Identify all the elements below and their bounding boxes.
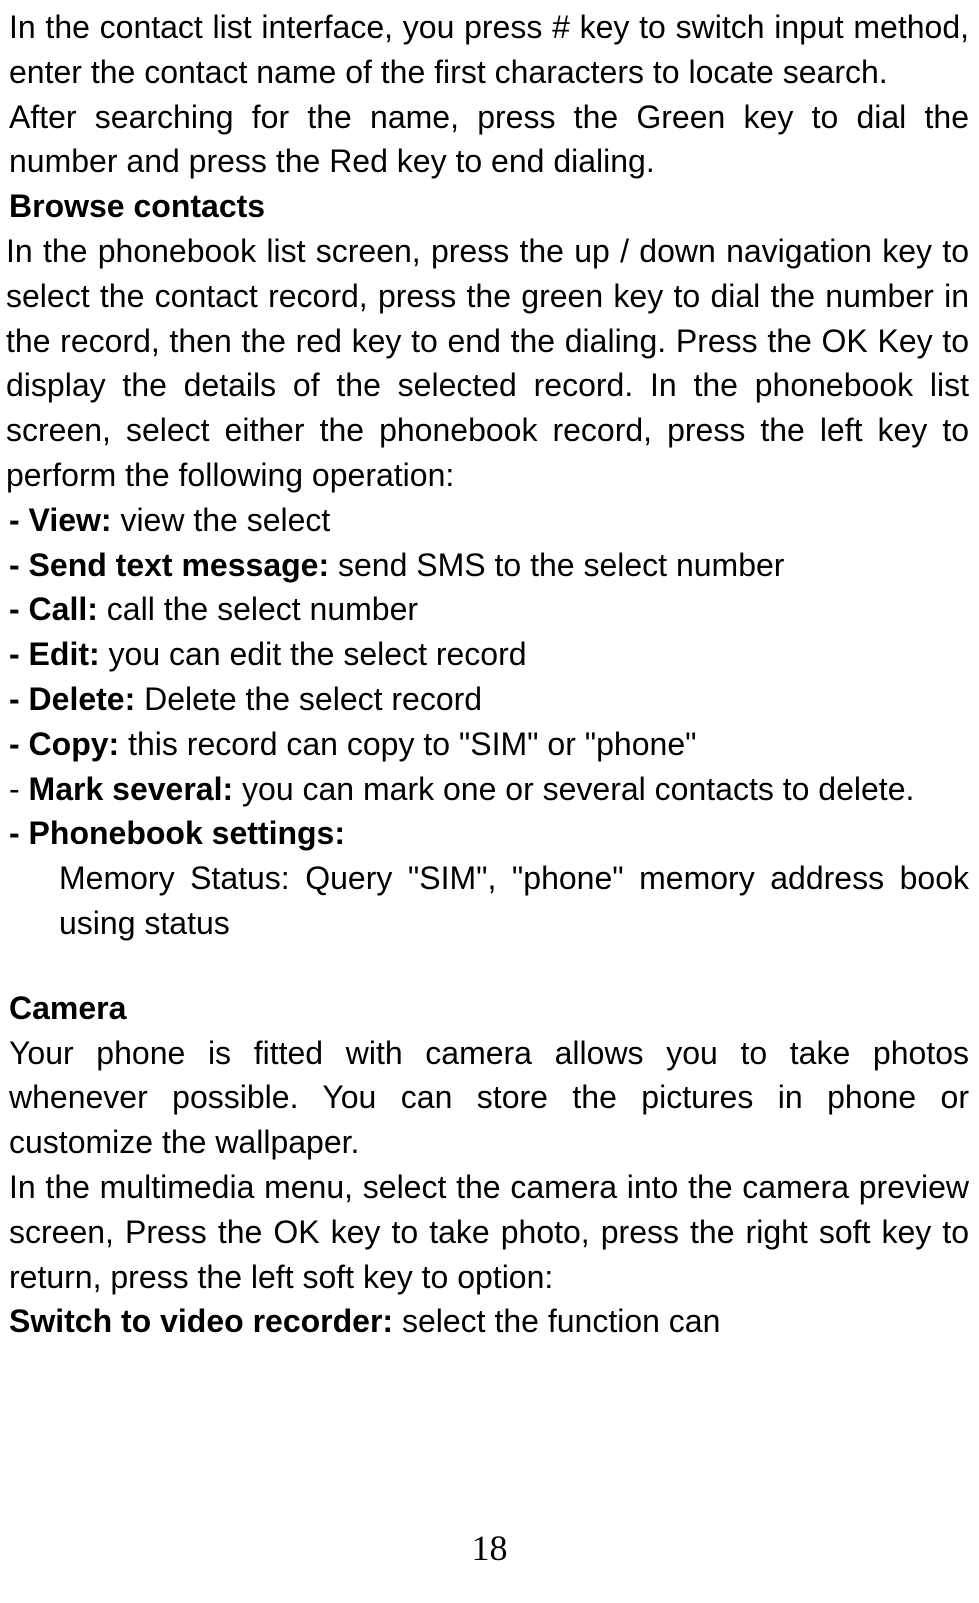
list-item-mark-label: Mark several:: [29, 771, 242, 807]
list-item-edit-label: - Edit:: [9, 636, 109, 672]
list-item-view: - View: view the select: [9, 498, 969, 543]
list-item-view-text: view the select: [120, 502, 330, 538]
list-item-mark-several: - Mark several: you can mark one or seve…: [9, 767, 969, 812]
memory-status-text: Memory Status: Query "SIM", "phone" memo…: [9, 856, 969, 946]
page-number: 18: [0, 1523, 979, 1573]
heading-camera: Camera: [9, 986, 969, 1031]
list-item-copy-label: - Copy:: [9, 726, 128, 762]
list-item-call-text: call the select number: [107, 591, 418, 627]
paragraph-contact-search: In the contact list interface, you press…: [9, 5, 969, 95]
list-item-copy-text: this record can copy to "SIM" or "phone": [128, 726, 696, 762]
list-item-edit: - Edit: you can edit the select record: [9, 632, 969, 677]
list-item-phonebook-settings: - Phonebook settings:: [9, 811, 969, 856]
list-item-delete: - Delete: Delete the select record: [9, 677, 969, 722]
list-item-send-sms-label: - Send text message:: [9, 547, 338, 583]
list-item-video-text: select the function can: [402, 1303, 720, 1339]
paragraph-browse-contacts: In the phonebook list screen, press the …: [6, 229, 969, 498]
list-item-mark-text: you can mark one or several contacts to …: [242, 771, 914, 807]
list-item-copy: - Copy: this record can copy to "SIM" or…: [9, 722, 969, 767]
list-item-view-label: - View:: [9, 502, 120, 538]
heading-browse-contacts: Browse contacts: [9, 184, 969, 229]
list-item-video-label: Switch to video recorder:: [9, 1303, 402, 1339]
list-item-delete-label: - Delete:: [9, 681, 144, 717]
list-item-send-sms-text: send SMS to the select number: [338, 547, 784, 583]
list-item-video-recorder: Switch to video recorder: select the fun…: [9, 1299, 969, 1344]
paragraph-camera-menu: In the multimedia menu, select the camer…: [9, 1165, 969, 1299]
paragraph-camera-intro: Your phone is fitted with camera allows …: [9, 1031, 969, 1165]
list-item-delete-text: Delete the select record: [144, 681, 482, 717]
list-item-call: - Call: call the select number: [9, 587, 969, 632]
list-item-edit-text: you can edit the select record: [109, 636, 527, 672]
list-item-send-sms: - Send text message: send SMS to the sel…: [9, 543, 969, 588]
list-item-mark-dash: -: [9, 771, 29, 807]
list-item-call-label: - Call:: [9, 591, 107, 627]
paragraph-dial: After searching for the name, press the …: [9, 95, 969, 185]
